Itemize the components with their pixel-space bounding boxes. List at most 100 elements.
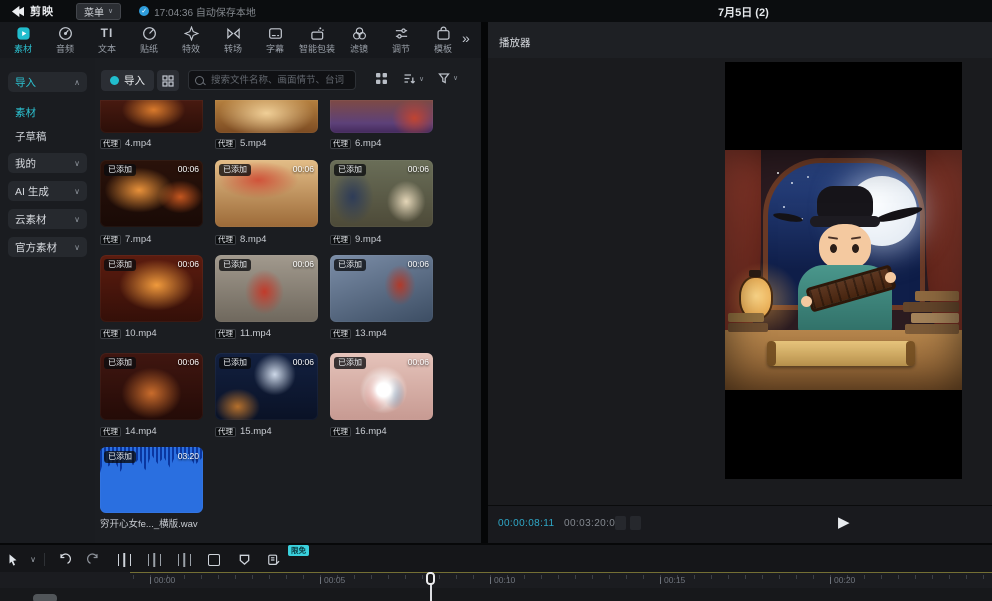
timeline-ruler[interactable]: 00:00 00:05 00:10 00:15 00:20 [0,572,992,588]
media-thumbnail[interactable]: 已添加 00:06 [330,160,433,227]
select-tool-button[interactable] [0,553,26,567]
tab-adjust[interactable]: 调节 [380,22,422,58]
filter-icon [438,72,450,84]
tick [490,577,491,584]
tab-audio[interactable]: 音频 [44,22,86,58]
more-tabs-button[interactable]: » [462,30,470,46]
ruler-label: 00:15 [660,575,685,585]
media-thumbnail[interactable]: 已添加 00:06 [100,353,203,420]
tab-sticker[interactable]: 贴纸 [128,22,170,58]
tab-captions[interactable]: 字幕 [254,22,296,58]
sidebar-group-import[interactable]: 导入 ∧ [8,72,87,92]
added-badge: 已添加 [219,357,251,369]
clip-fragment [33,594,57,601]
mini-toggle-button[interactable] [630,516,641,530]
mask-button[interactable] [229,553,259,566]
media-thumbnail[interactable]: 已添加 00:06 [330,255,433,322]
duration-label: 00:06 [178,164,199,174]
media-thumbnail[interactable] [330,100,433,133]
preview-art [725,150,962,390]
ruler-accent-line [130,572,992,573]
redo-button[interactable] [79,553,109,567]
sidebar-group-mine[interactable]: 我的 ∨ [8,153,87,173]
library-toggle-button[interactable] [157,70,179,91]
media-thumbnail[interactable] [215,100,318,133]
ruler-label: 00:05 [320,575,345,585]
media-thumbnail[interactable]: 已添加 00:06 [215,160,318,227]
chevron-down-icon: ∨ [453,74,458,82]
search-input[interactable] [209,74,349,87]
delete-right-button[interactable] [169,554,199,566]
sidebar-group-ai[interactable]: AI 生成 ∨ [8,181,87,201]
chevron-down-icon: ∨ [419,75,424,83]
video-preview[interactable] [725,62,962,479]
tab-media[interactable]: 素材 [2,22,44,58]
tab-text[interactable]: TI 文本 [86,22,128,58]
tab-transitions[interactable]: 转场 [212,22,254,58]
sidebar-item-subdraft[interactable]: 子草稿 [15,129,47,144]
sidebar-item-material[interactable]: 素材 [15,105,36,120]
media-thumbnail[interactable] [100,100,203,133]
sort-button[interactable]: ∨ [403,72,424,85]
player-header: 播放器 [488,22,992,59]
app-logo-text: 剪映 [30,3,54,19]
sticker-icon [142,26,157,41]
mini-toggle-button[interactable] [615,516,626,530]
chevron-up-icon: ∧ [74,78,80,87]
vignette [725,150,962,390]
select-tool-caret[interactable]: ∨ [26,555,40,564]
freeze-frame-button[interactable] [199,554,229,566]
sidebar-group-official[interactable]: 官方素材 ∨ [8,237,87,257]
import-button[interactable]: 导入 [101,70,154,91]
undo-button[interactable] [49,553,79,567]
captions-icon [268,26,283,41]
added-badge: 已添加 [104,164,136,176]
timeline-tracks[interactable] [0,588,992,601]
delete-left-button[interactable] [139,554,169,566]
freeze-frame-icon [208,554,220,566]
tab-effects[interactable]: 特效 [170,22,212,58]
total-timecode: 00:03:20:00 [564,518,621,529]
smart-pack-icon [310,26,325,41]
tick [660,577,661,584]
redo-icon [87,553,101,567]
ai-copy-button[interactable] [259,553,289,567]
proxy-badge: 代理 [215,139,236,149]
media-thumbnail[interactable]: 已添加 00:06 [330,353,433,420]
media-filename: 代理7.mp4 [100,233,151,246]
proxy-badge: 代理 [330,235,351,245]
proxy-badge: 代理 [330,329,351,339]
chevron-down-icon: ∨ [74,159,80,168]
split-button[interactable] [109,554,139,566]
tab-smart-pack[interactable]: 智能包装 [296,22,338,58]
proxy-badge: 代理 [100,139,121,149]
playhead-handle[interactable] [426,572,435,585]
media-filename: 代理6.mp4 [330,137,381,150]
menu-button-label: 菜单 [84,4,104,19]
tab-templates[interactable]: 模板 [422,22,464,58]
ruler-minor-ticks [133,575,992,579]
player-stage [488,58,992,505]
audio-thumbnail[interactable]: 已添加 03:20 [100,447,203,513]
proxy-badge: 代理 [215,329,236,339]
shield-icon [238,553,251,566]
play-button[interactable]: ▶ [838,513,850,533]
media-filename: 代理15.mp4 [215,425,272,438]
limited-free-badge: 限免 [288,545,309,556]
media-thumbnail[interactable]: 已添加 00:06 [100,160,203,227]
media-thumbnail[interactable]: 已添加 00:06 [215,255,318,322]
duration-label: 00:06 [408,164,429,174]
tab-filters[interactable]: 滤镜 [338,22,380,58]
search-box [188,70,356,90]
duration-label: 00:06 [293,357,314,367]
sidebar-group-cloud[interactable]: 云素材 ∨ [8,209,87,229]
menu-button[interactable]: 菜单 ∨ [76,3,121,20]
added-badge: 已添加 [219,259,251,271]
view-grid-button[interactable] [375,72,388,90]
duration-label: 00:06 [293,259,314,269]
filter-button[interactable]: ∨ [438,72,458,84]
title-bar: 剪映 菜单 ∨ ✓ 17:04:36 自动保存本地 7月5日 (2) [0,0,992,22]
cursor-icon [6,553,20,567]
media-thumbnail[interactable]: 已添加 00:06 [215,353,318,420]
media-thumbnail[interactable]: 已添加 00:06 [100,255,203,322]
